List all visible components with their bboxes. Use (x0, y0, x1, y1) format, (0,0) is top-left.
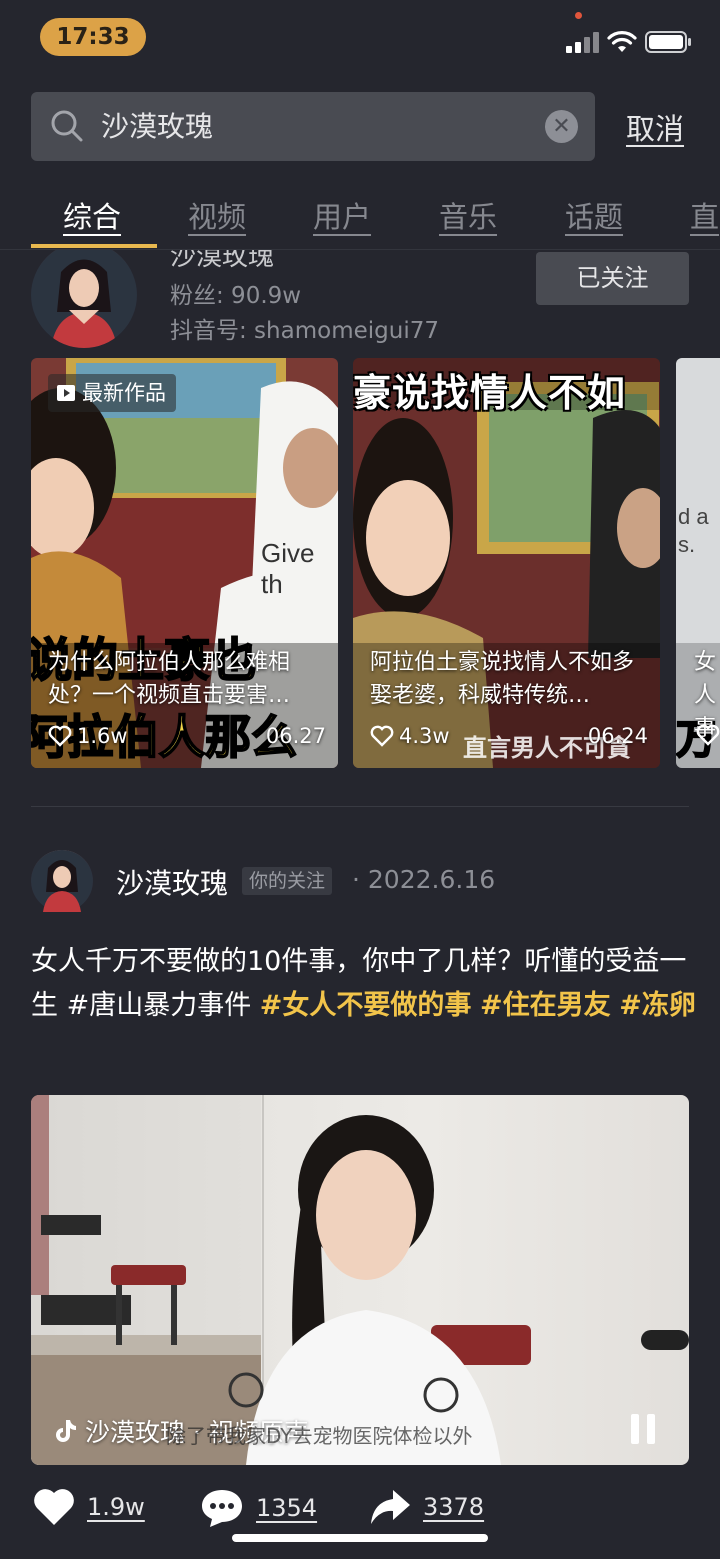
avatar[interactable] (31, 850, 93, 912)
hashtag-link[interactable]: #住在男友 (480, 990, 611, 1021)
likes-count: 4.3w (399, 724, 450, 748)
comment-count: 1354 (256, 1494, 318, 1522)
status-time: 17:33 (40, 18, 146, 56)
search-query: 沙漠玫瑰 (101, 110, 214, 143)
tab-music[interactable]: 音乐 (439, 194, 497, 236)
tab-topics[interactable]: 话题 (565, 194, 623, 236)
video-thumbnail[interactable]: 直言男人不可貪 豪说找情人不如 阿拉伯土豪说找情人不如多娶老婆，科威特传统… 4… (353, 358, 660, 768)
tab-comprehensive[interactable]: 综合 (63, 194, 121, 236)
tab-users[interactable]: 用户 (313, 194, 371, 236)
thumbnail-likes: 1.6w (48, 724, 128, 748)
thumbnail-likes: 4.3w (370, 724, 450, 748)
thumbnail-date: 06.24 (587, 724, 648, 748)
latest-works-carousel: 说的土豪也 阿拉伯人那么 Give th 最新作品 为什么阿拉伯人那么难相处？一… (0, 358, 720, 768)
play-icon (57, 385, 75, 401)
post-description: 女人千万不要做的10件事，你中了几样？听懂的受益一生 #唐山暴力事件 #女人不要… (31, 940, 696, 1028)
post-date: · 2022.6.16 (352, 865, 496, 894)
thumbnail-likes (696, 724, 720, 746)
hashtag-link[interactable]: #冻卵 (619, 990, 696, 1021)
overlay-text: d a s. (678, 504, 709, 557)
avatar[interactable] (31, 250, 137, 348)
share-icon (371, 1490, 410, 1524)
heart-icon (696, 724, 720, 746)
clear-icon[interactable]: ✕ (545, 110, 578, 143)
thumbnail-caption: 为什么阿拉伯人那么难相处？一个视频直击要害… (48, 650, 291, 708)
post-author[interactable]: 沙漠玫瑰 (116, 862, 228, 902)
comment-button[interactable]: 1354 (200, 1488, 317, 1528)
recording-dot (575, 12, 582, 19)
wifi-icon (607, 31, 637, 52)
user-result-card[interactable]: 沙漠玫瑰 粉丝: 90.9w 抖音号: shamomeigui77 已关注 (0, 250, 720, 350)
heart-icon (48, 725, 72, 747)
user-name: 沙漠玫瑰 (170, 250, 275, 272)
thumbnail-caption: 阿拉伯土豪说找情人不如多娶老婆，科威特传统… (370, 650, 635, 708)
video-thumbnail[interactable]: 万 d a s. 女人事 (676, 358, 720, 768)
following-button[interactable]: 已关注 (536, 252, 689, 305)
douyin-id: 抖音号: shamomeigui77 (170, 318, 439, 344)
cancel-button[interactable]: 取消 (626, 106, 684, 148)
latest-works-badge: 最新作品 (48, 374, 176, 412)
home-indicator[interactable] (232, 1534, 488, 1542)
hashtag-link[interactable]: #女人不要做的事 (260, 990, 472, 1021)
video-frame (31, 1095, 689, 1465)
badge-label: 最新作品 (82, 381, 166, 405)
pause-icon[interactable] (629, 1413, 657, 1445)
heart-icon (34, 1489, 74, 1525)
comment-icon (202, 1490, 242, 1527)
post-header: 沙漠玫瑰 你的关注 · 2022.6.16 (0, 848, 720, 914)
following-tag: 你的关注 (242, 867, 333, 895)
search-input[interactable]: 沙漠玫瑰 ✕ (31, 92, 595, 161)
search-icon (51, 110, 83, 142)
like-button[interactable]: 1.9w (33, 1488, 145, 1526)
section-divider (31, 806, 689, 807)
active-tab-indicator (31, 244, 157, 248)
share-count: 3378 (423, 1493, 485, 1521)
signal-icon (566, 31, 600, 53)
overlay-text: Give th (261, 538, 315, 599)
douyin-icon (56, 1420, 76, 1442)
follower-count: 粉丝: 90.9w (170, 283, 302, 309)
heart-icon (370, 725, 394, 747)
video-player[interactable]: 沙漠玫瑰 · 视频原声 除了带我家DY去宠物医院体检以外 (31, 1095, 689, 1465)
video-subtitle: 除了带我家DY去宠物医院体检以外 (166, 1424, 473, 1448)
thumbnail-date: 06.27 (265, 724, 326, 748)
search-tabs: 综合 视频 用户 音乐 话题 直 (0, 186, 720, 250)
battery-icon (645, 31, 691, 53)
share-button[interactable]: 3378 (369, 1488, 484, 1526)
video-thumbnail[interactable]: 说的土豪也 阿拉伯人那么 Give th 最新作品 为什么阿拉伯人那么难相处？一… (31, 358, 338, 768)
tab-live[interactable]: 直 (690, 194, 719, 236)
post-actions: 1.9w 1354 3378 (0, 1488, 720, 1538)
status-bar: 17:33 (0, 0, 720, 80)
likes-count: 1.6w (77, 724, 128, 748)
like-count: 1.9w (87, 1493, 145, 1521)
tab-video[interactable]: 视频 (188, 194, 246, 236)
thumbnail-banner: 豪说找情人不如 (353, 371, 627, 415)
